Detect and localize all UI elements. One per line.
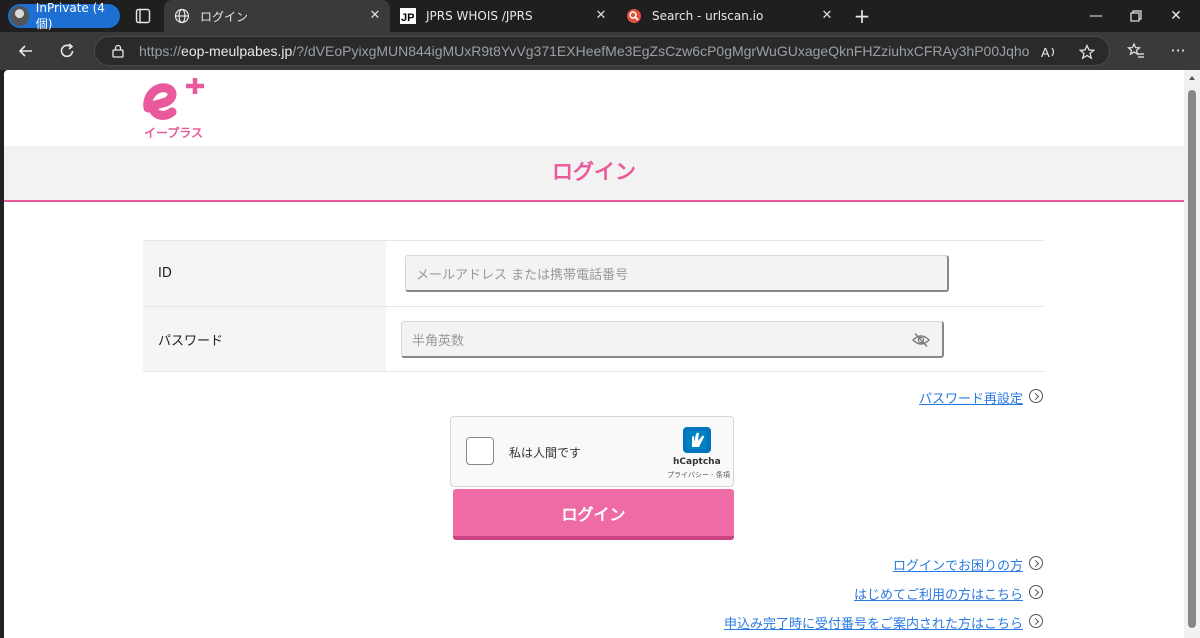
password-row: パスワード 半角英数 bbox=[143, 306, 1044, 372]
hcaptcha-widget: 私は人間です hCaptcha プライバシー - 条項 bbox=[450, 416, 734, 487]
chevron-right-circle-icon[interactable] bbox=[1029, 556, 1043, 570]
close-icon[interactable]: ✕ bbox=[368, 9, 382, 23]
tab-actions-icon[interactable] bbox=[135, 8, 151, 24]
tab-urlscan[interactable]: Search - urlscan.io ✕ bbox=[616, 0, 842, 32]
url-scheme: https:// bbox=[139, 43, 182, 59]
eplus-logo[interactable]: イープラス bbox=[142, 78, 212, 140]
login-form: ID メールアドレス または携帯電話番号 パスワード 半角英数 bbox=[143, 240, 1044, 372]
svg-text:JP: JP bbox=[401, 12, 414, 24]
page-title-bar: ログイン bbox=[4, 146, 1184, 202]
web-page: イープラス ログイン ID メールアドレス または携帯電話番号 パスワード 半角… bbox=[4, 70, 1184, 638]
hcaptcha-brand: hCaptcha bbox=[673, 457, 721, 467]
first-time-link[interactable]: はじめてご利用の方はこちら bbox=[854, 584, 1023, 603]
password-label: パスワード bbox=[143, 307, 386, 371]
refresh-icon[interactable] bbox=[57, 41, 77, 61]
inprivate-label: InPrivate (4 個) bbox=[35, 0, 105, 31]
password-input[interactable]: 半角英数 bbox=[401, 321, 944, 358]
login-button[interactable]: ログイン bbox=[453, 489, 734, 540]
inprivate-profile-button[interactable]: InPrivate (4 個) bbox=[8, 1, 120, 31]
url-text[interactable]: https://eop-meulpabes.jp/?/dVEoPyixgMUN8… bbox=[139, 43, 1029, 59]
id-placeholder: メールアドレス または携帯電話番号 bbox=[416, 267, 629, 283]
eye-off-icon[interactable] bbox=[912, 332, 930, 348]
address-bar[interactable]: https://eop-meulpabes.jp/?/dVEoPyixgMUN8… bbox=[94, 36, 1110, 66]
logo-text: イープラス bbox=[144, 126, 204, 140]
chevron-right-circle-icon[interactable] bbox=[1029, 389, 1043, 403]
tab-login[interactable]: ログイン ✕ bbox=[164, 0, 390, 32]
hcaptcha-terms[interactable]: プライバシー - 条項 bbox=[667, 470, 730, 480]
page-title: ログイン bbox=[552, 160, 636, 184]
scroll-up-icon[interactable] bbox=[1189, 76, 1195, 80]
page-scrollbar[interactable] bbox=[1184, 70, 1200, 638]
minimize-icon[interactable]: — bbox=[1088, 8, 1104, 24]
id-row: ID メールアドレス または携帯電話番号 bbox=[143, 240, 1044, 306]
url-path: /?/dVEoPyixgMUN844igMUxR9t8YvVg371EXHeef… bbox=[292, 43, 1029, 59]
tab-title: Search - urlscan.io bbox=[652, 9, 764, 23]
tab-title: ログイン bbox=[200, 9, 249, 24]
globe-icon bbox=[174, 8, 190, 24]
favorites-icon[interactable] bbox=[1127, 42, 1145, 60]
svg-text:A: A bbox=[1041, 45, 1050, 60]
urlscan-icon bbox=[626, 8, 642, 24]
lock-icon[interactable] bbox=[111, 44, 125, 58]
captcha-label: 私は人間です bbox=[509, 446, 582, 460]
chevron-right-circle-icon[interactable] bbox=[1029, 614, 1043, 628]
eplus-logo-icon bbox=[143, 78, 204, 120]
close-icon[interactable]: ✕ bbox=[594, 9, 608, 23]
hcaptcha-logo-icon[interactable] bbox=[681, 425, 713, 455]
tab-title: JPRS WHOIS /JPRS bbox=[426, 9, 533, 23]
close-icon[interactable]: ✕ bbox=[820, 9, 834, 23]
chevron-right-circle-icon[interactable] bbox=[1029, 585, 1043, 599]
window-close-icon[interactable]: ✕ bbox=[1168, 8, 1184, 24]
id-input[interactable]: メールアドレス または携帯電話番号 bbox=[405, 255, 949, 292]
avatar bbox=[10, 6, 29, 26]
new-tab-icon[interactable]: + bbox=[853, 6, 871, 26]
password-reset-link[interactable]: パスワード再設定 bbox=[919, 388, 1023, 407]
login-help-link[interactable]: ログインでお困りの方 bbox=[893, 555, 1023, 574]
url-host: eop-meulpabes.jp bbox=[181, 43, 293, 59]
password-placeholder: 半角英数 bbox=[412, 333, 465, 349]
receipt-number-link[interactable]: 申込み完了時に受付番号をご案内された方はこちら bbox=[724, 613, 1023, 632]
id-label: ID bbox=[143, 241, 386, 306]
scrollbar-thumb[interactable] bbox=[1188, 90, 1196, 628]
favorite-star-icon[interactable] bbox=[1079, 44, 1095, 60]
browser-tab-bar: InPrivate (4 個) ログイン ✕ JP JPRS WHOIS /JP… bbox=[0, 0, 1200, 32]
read-aloud-icon[interactable]: A bbox=[1041, 44, 1057, 60]
tab-jprs-whois[interactable]: JP JPRS WHOIS /JPRS ✕ bbox=[390, 0, 616, 32]
restore-icon[interactable] bbox=[1128, 8, 1144, 24]
back-icon[interactable] bbox=[16, 41, 36, 61]
jprs-icon: JP bbox=[400, 8, 416, 24]
browser-toolbar: https://eop-meulpabes.jp/?/dVEoPyixgMUN8… bbox=[0, 32, 1200, 70]
captcha-checkbox[interactable] bbox=[466, 437, 494, 465]
more-menu-icon[interactable]: ··· bbox=[1169, 42, 1187, 60]
